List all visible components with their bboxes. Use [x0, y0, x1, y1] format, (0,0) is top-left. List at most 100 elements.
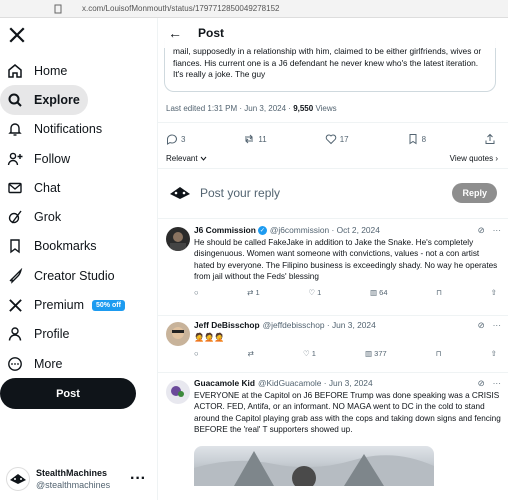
- share-icon: [485, 133, 495, 144]
- grok-icon: [6, 208, 24, 226]
- nav-creator-studio-label: Creator Studio: [34, 268, 115, 283]
- back-arrow-icon[interactable]: ←: [168, 25, 182, 41]
- divider: [158, 122, 508, 123]
- reply-icon: [167, 134, 177, 145]
- reply-icon[interactable]: ○: [194, 349, 199, 358]
- account-name: StealthMachines: [36, 468, 108, 478]
- nav-home-label: Home: [34, 63, 68, 78]
- reply-author-handle[interactable]: @j6commission · Oct 2, 2024: [270, 225, 380, 235]
- views-count: 9,550: [293, 104, 314, 113]
- nav-profile-label: Profile: [34, 327, 70, 342]
- heart-icon: [325, 134, 336, 145]
- reply-author-handle[interactable]: @jeffdebisschop · Jun 3, 2024: [263, 320, 376, 330]
- reply-composer: Post your reply Reply: [158, 170, 508, 216]
- sort-label: Relevant: [166, 154, 198, 163]
- bookmark-action[interactable]: 8: [407, 133, 426, 145]
- more-options-icon[interactable]: ···: [493, 225, 501, 235]
- post-actions: 3 11 17 8: [166, 132, 496, 146]
- repost-icon[interactable]: ⇄ 1: [247, 288, 260, 297]
- chevron-right-icon: ›: [495, 154, 498, 163]
- search-icon: [6, 91, 24, 109]
- repost-count: 1: [255, 288, 260, 298]
- avatar: [6, 467, 30, 491]
- reply-actions: ○ ⇄ ♡ 1 ▥ 377 ⊓ ⇧: [194, 349, 501, 358]
- share-icon[interactable]: ⇧: [491, 288, 497, 297]
- heart-icon[interactable]: ♡ 1: [308, 288, 321, 297]
- reply-post[interactable]: Guacamole Kid @KidGuacamole · Jun 3, 202…: [158, 378, 508, 500]
- repost-icon[interactable]: ⇄: [248, 349, 254, 358]
- nav-home[interactable]: Home: [0, 56, 160, 85]
- view-quotes-link[interactable]: View quotes ›: [450, 154, 498, 163]
- reply-count: 3: [181, 134, 186, 144]
- reply-action[interactable]: 3: [166, 133, 185, 145]
- avatar: [166, 227, 190, 251]
- divider: [158, 168, 508, 169]
- more-options-icon[interactable]: ···: [493, 378, 501, 388]
- main-column: mail, supposedly in a relationship with …: [157, 18, 508, 500]
- reply-post[interactable]: Jeff DeBisschop @jeffdebisschop · Jun 3,…: [158, 320, 508, 370]
- reply-media-image[interactable]: [194, 446, 434, 486]
- post-meta: Last edited 1:31 PM · Jun 3, 2024 · 9,55…: [166, 104, 337, 113]
- reply-input[interactable]: Post your reply: [200, 186, 280, 200]
- nav-chat-label: Chat: [34, 180, 61, 195]
- reply-icon[interactable]: ○: [194, 288, 199, 297]
- nav-more-label: More: [34, 356, 63, 371]
- more-circle-icon: [6, 355, 24, 373]
- nav-explore[interactable]: Explore: [0, 85, 88, 115]
- divider: [158, 218, 508, 219]
- person-icon: [6, 325, 24, 343]
- reply-author-handle[interactable]: @KidGuacamole · Jun 3, 2024: [258, 378, 373, 388]
- grok-icon[interactable]: ⊘: [478, 378, 485, 388]
- nav-premium-label: Premium: [34, 298, 85, 313]
- nav-profile[interactable]: Profile: [0, 320, 160, 349]
- like-count: 17: [339, 134, 349, 144]
- post-button[interactable]: Post: [0, 378, 136, 409]
- reply-actions: ○ ⇄ 1 ♡ 1 ▥ 64 ⊓ ⇧: [194, 288, 501, 297]
- avatar: [166, 179, 194, 207]
- divider: [158, 372, 508, 373]
- browser-url-bar[interactable]: x.com/LouisofMonmouth/status/17977128500…: [0, 0, 508, 18]
- reply-author-name[interactable]: J6 Commission: [194, 225, 256, 235]
- nav-creator-studio[interactable]: Creator Studio: [0, 261, 160, 290]
- nav-grok-label: Grok: [34, 210, 62, 225]
- share-action[interactable]: [484, 133, 496, 145]
- sort-relevant-dropdown[interactable]: Relevant: [166, 154, 207, 163]
- nav-chat[interactable]: Chat: [0, 173, 160, 202]
- grok-icon[interactable]: ⊘: [478, 320, 485, 330]
- views-icon[interactable]: ▥ 377: [365, 349, 387, 358]
- bookmark-icon[interactable]: ⊓: [436, 349, 442, 358]
- bell-icon: [6, 120, 24, 138]
- nav-notifications[interactable]: Notifications: [0, 115, 160, 144]
- more-options-icon[interactable]: ···: [493, 320, 501, 330]
- heart-icon[interactable]: ♡ 1: [303, 349, 316, 358]
- account-more-icon[interactable]: ···: [130, 470, 146, 488]
- repost-count: 11: [258, 134, 267, 144]
- nav-grok[interactable]: Grok: [0, 202, 160, 231]
- repost-action[interactable]: 11: [243, 133, 267, 145]
- nav-bookmarks[interactable]: Bookmarks: [0, 232, 160, 261]
- chevron-down-icon: [200, 156, 207, 161]
- bookmark-icon[interactable]: ⊓: [436, 288, 442, 297]
- reply-button[interactable]: Reply: [452, 183, 497, 203]
- avatar: [166, 322, 190, 346]
- page-info-icon[interactable]: [52, 3, 64, 15]
- reply-author-name[interactable]: Jeff DeBisschop: [194, 320, 260, 330]
- like-action[interactable]: 17: [325, 133, 349, 145]
- x-logo-icon[interactable]: [8, 26, 26, 44]
- post-header: ← Post: [158, 18, 508, 48]
- avatar: [166, 380, 190, 404]
- page-title: Post: [198, 26, 225, 40]
- reply-post[interactable]: J6 Commission ✓ @j6commission · Oct 2, 2…: [158, 225, 508, 311]
- url-text[interactable]: x.com/LouisofMonmouth/status/17977128500…: [82, 4, 279, 13]
- nav-follow[interactable]: Follow: [0, 144, 160, 173]
- share-icon[interactable]: ⇧: [491, 349, 497, 358]
- reply-author-name[interactable]: Guacamole Kid: [194, 378, 255, 388]
- nav-follow-label: Follow: [34, 151, 71, 166]
- nav-premium[interactable]: Premium 50% off: [0, 290, 160, 319]
- account-switcher[interactable]: StealthMachines @stealthmachines ···: [6, 464, 156, 494]
- views-icon[interactable]: ▥ 64: [370, 288, 388, 297]
- nav-more[interactable]: More: [0, 349, 160, 378]
- edited-timestamp[interactable]: Last edited 1:31 PM · Jun 3, 2024 ·: [166, 104, 293, 113]
- envelope-icon: [6, 179, 24, 197]
- grok-icon[interactable]: ⊘: [478, 225, 485, 235]
